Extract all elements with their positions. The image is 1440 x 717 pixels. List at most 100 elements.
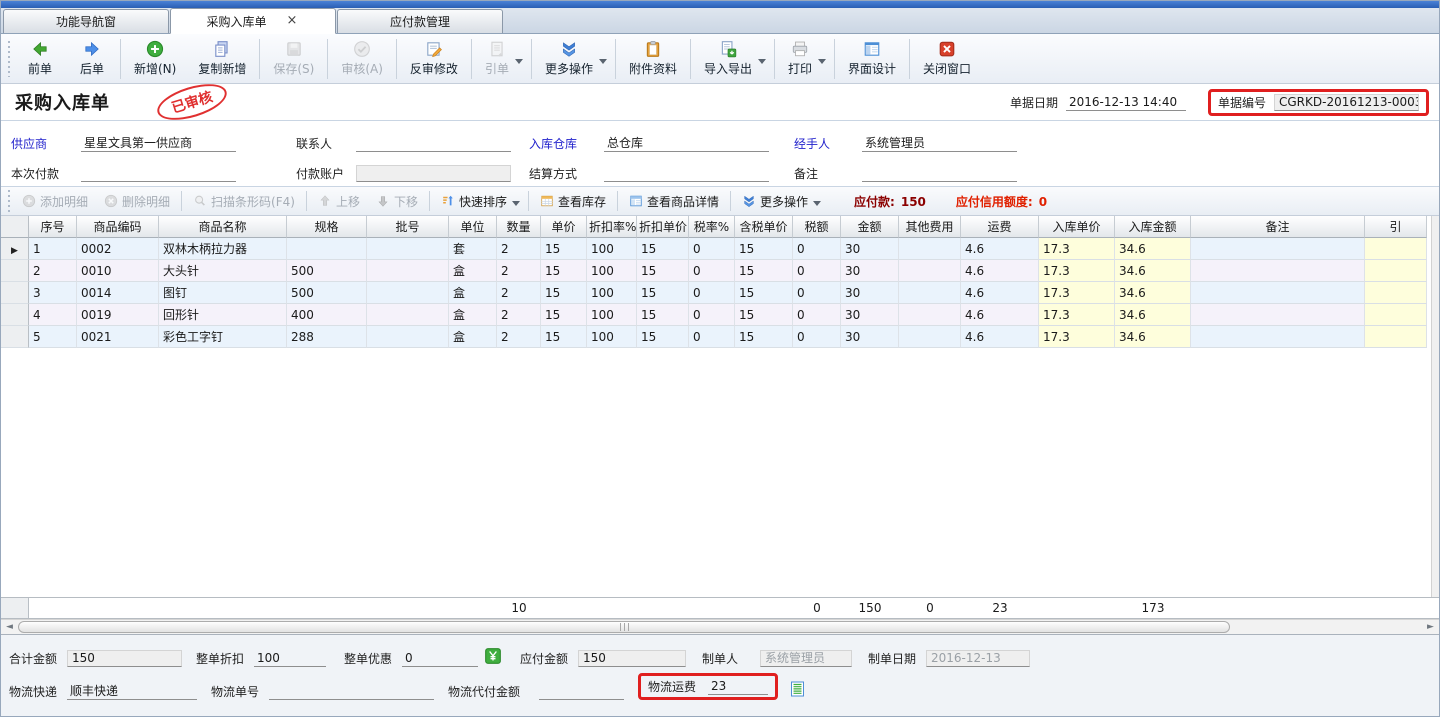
grid-cell[interactable] — [367, 304, 449, 326]
grid-toolbar-move-down-button[interactable]: 下移 — [368, 189, 426, 213]
grid-cell[interactable]: 2 — [497, 282, 541, 304]
grid-cell[interactable]: 4 — [29, 304, 77, 326]
grid-cell[interactable]: 15 — [735, 282, 793, 304]
column-header[interactable]: 数量 — [497, 216, 541, 238]
column-header[interactable]: 商品编码 — [77, 216, 159, 238]
payable-amount-field[interactable]: 150 — [578, 650, 686, 667]
grid-cell[interactable]: 15 — [637, 260, 689, 282]
grid-cell[interactable]: 2 — [497, 260, 541, 282]
grid-cell[interactable]: 15 — [541, 238, 587, 260]
grid-toolbar-more-ops-button[interactable]: 更多操作 — [734, 189, 826, 213]
grid-cell[interactable] — [1365, 326, 1427, 348]
grid-cell[interactable] — [367, 260, 449, 282]
row-header-cell[interactable] — [1, 304, 29, 326]
grid-cell[interactable] — [1365, 260, 1427, 282]
express-field[interactable]: 顺丰快递 — [67, 683, 197, 700]
grid-cell[interactable]: 34.6 — [1115, 326, 1191, 348]
toolbar-pull-doc-button[interactable]: 引单 — [474, 37, 529, 81]
grid-cell[interactable]: 15 — [541, 282, 587, 304]
warehouse-field[interactable]: 总仓库 — [604, 135, 769, 152]
toolbar-copy-new-button[interactable]: 复制新增 — [187, 37, 257, 81]
grid-cell[interactable]: 100 — [587, 260, 637, 282]
grid-cell[interactable]: 4.6 — [961, 238, 1039, 260]
doc-no-field[interactable]: CGRKD-20161213-0003 — [1274, 94, 1419, 111]
column-header[interactable]: 规格 — [287, 216, 367, 238]
yuan-adjust-button[interactable] — [484, 647, 502, 665]
grid-cell[interactable]: 34.6 — [1115, 260, 1191, 282]
column-header[interactable]: 其他费用 — [899, 216, 961, 238]
grid-toolbar-quick-sort-button[interactable]: 快速排序 — [433, 189, 525, 213]
grid-cell[interactable]: 0 — [689, 260, 735, 282]
toolbar-attachment-button[interactable]: 附件资料 — [618, 37, 688, 81]
grid-cell[interactable]: 30 — [841, 282, 899, 304]
grid-cell[interactable]: 彩色工字钉 — [159, 326, 287, 348]
dropdown-caret-icon[interactable] — [813, 201, 821, 206]
grid-cell[interactable]: 0021 — [77, 326, 159, 348]
tab-function-nav[interactable]: 功能导航窗 — [3, 9, 169, 33]
toolbar-print-button[interactable]: 打印 — [777, 37, 832, 81]
grid-cell[interactable]: 1 — [29, 238, 77, 260]
grid-cell[interactable]: 0 — [689, 282, 735, 304]
column-header[interactable]: 入库金额 — [1115, 216, 1191, 238]
grid-cell[interactable]: 30 — [841, 304, 899, 326]
grid-cell[interactable]: 100 — [587, 282, 637, 304]
handler-field[interactable]: 系统管理员 — [862, 135, 1017, 152]
grid-cell[interactable]: 30 — [841, 238, 899, 260]
grid-cell[interactable]: 5 — [29, 326, 77, 348]
grid-cell[interactable] — [1191, 238, 1365, 260]
grid-cell[interactable]: 套 — [449, 238, 497, 260]
column-header[interactable]: 税额 — [793, 216, 841, 238]
grid-cell[interactable]: 30 — [841, 260, 899, 282]
grid-cell[interactable] — [1191, 304, 1365, 326]
toolbar-ui-design-button[interactable]: 界面设计 — [837, 37, 907, 81]
grid-cell[interactable]: 大头针 — [159, 260, 287, 282]
grid-cell[interactable]: 15 — [637, 282, 689, 304]
row-header-cell[interactable] — [1, 282, 29, 304]
column-header[interactable]: 运费 — [961, 216, 1039, 238]
grid-cell[interactable]: 17.3 — [1039, 282, 1115, 304]
dropdown-caret-icon[interactable] — [758, 59, 766, 64]
settle-field[interactable] — [604, 165, 769, 182]
grid-cell[interactable]: 0014 — [77, 282, 159, 304]
grid-cell[interactable]: 400 — [287, 304, 367, 326]
grid-cell[interactable]: 15 — [735, 238, 793, 260]
row-header-cell[interactable] — [1, 326, 29, 348]
grid-cell[interactable] — [287, 238, 367, 260]
row-header-cell[interactable] — [1, 260, 29, 282]
grid-cell[interactable]: 15 — [541, 326, 587, 348]
column-header[interactable]: 折扣率% — [587, 216, 637, 238]
column-header[interactable]: 金额 — [841, 216, 899, 238]
grid-cell[interactable] — [1365, 282, 1427, 304]
toolbar-save-button[interactable]: 保存(S) — [262, 37, 325, 81]
grid-cell[interactable]: 0 — [793, 326, 841, 348]
cod-amount-field[interactable] — [539, 683, 624, 700]
doc-date-field[interactable]: 2016-12-13 14:40 — [1066, 94, 1186, 111]
toolbar-add-new-button[interactable]: 新增(N) — [123, 37, 187, 81]
grid-cell[interactable]: 0002 — [77, 238, 159, 260]
column-header[interactable]: 折扣单价 — [637, 216, 689, 238]
grid-cell[interactable]: 4.6 — [961, 282, 1039, 304]
column-header[interactable]: 入库单价 — [1039, 216, 1115, 238]
grid-cell[interactable]: 17.3 — [1039, 260, 1115, 282]
grid-cell[interactable]: 4.6 — [961, 304, 1039, 326]
grid-cell[interactable]: 15 — [541, 260, 587, 282]
dropdown-caret-icon[interactable] — [818, 59, 826, 64]
grid-toolbar-add-detail-button[interactable]: 添加明细 — [14, 189, 96, 213]
grid-cell[interactable] — [899, 238, 961, 260]
tab-purchase-inbound[interactable]: 采购入库单× — [170, 8, 336, 34]
column-header[interactable]: 引 — [1365, 216, 1427, 238]
grid-cell[interactable]: 2 — [29, 260, 77, 282]
grid-cell[interactable]: 0 — [793, 238, 841, 260]
grid-toolbar-view-product-button[interactable]: 查看商品详情 — [621, 189, 727, 213]
grid-cell[interactable]: 15 — [637, 238, 689, 260]
grid-cell[interactable]: 盒 — [449, 282, 497, 304]
grid-cell[interactable]: 2 — [497, 326, 541, 348]
grid-cell[interactable] — [1191, 282, 1365, 304]
grid-cell[interactable]: 288 — [287, 326, 367, 348]
grid-cell[interactable]: 0 — [793, 282, 841, 304]
grid-cell[interactable]: 30 — [841, 326, 899, 348]
dropdown-caret-icon[interactable] — [512, 201, 520, 206]
toolbar-audit-button[interactable]: 审核(A) — [330, 37, 394, 81]
tab-payables[interactable]: 应付款管理 — [337, 9, 503, 33]
grid-cell[interactable] — [1191, 260, 1365, 282]
